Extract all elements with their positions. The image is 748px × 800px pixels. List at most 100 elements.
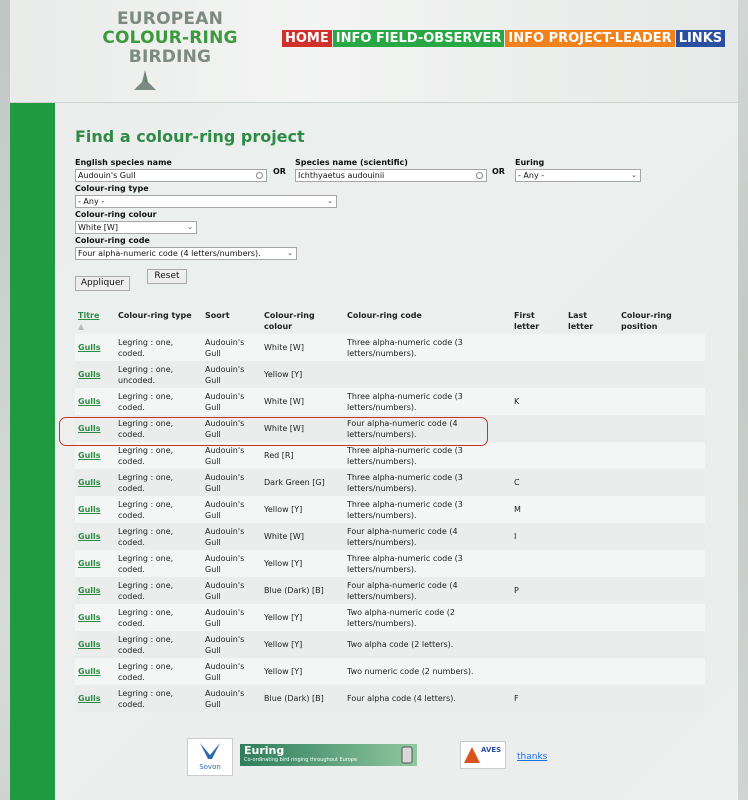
- cell-last-letter: [565, 631, 618, 658]
- cell-first-letter: [511, 631, 565, 658]
- site-logo[interactable]: EUROPEAN COLOUR-RING BIRDING: [90, 10, 250, 94]
- nav-info-field-observer[interactable]: INFO FIELD-OBSERVER: [332, 30, 505, 47]
- chevron-down-icon: ⌄: [327, 197, 333, 205]
- sort-titre-link[interactable]: Titre: [78, 311, 99, 320]
- cell-first-letter: [511, 442, 565, 469]
- project-link[interactable]: Gulls: [78, 559, 101, 568]
- logo-line-3: BIRDING: [128, 47, 212, 67]
- cell-titre[interactable]: Gulls: [75, 388, 115, 415]
- highlight-box: [59, 417, 488, 446]
- cell-ring-position: [618, 388, 705, 415]
- cell-titre[interactable]: Gulls: [75, 685, 115, 712]
- nav-links[interactable]: LINKS: [675, 30, 726, 47]
- euring-logo[interactable]: Euring Co-ordinating bird ringing throug…: [240, 744, 417, 766]
- cell-titre[interactable]: Gulls: [75, 469, 115, 496]
- cell-ring-colour: Dark Green [G]: [261, 469, 344, 496]
- cell-ring-type: Legring : one, coded.: [115, 496, 202, 523]
- cell-soort: Audouin's Gull: [202, 577, 261, 604]
- cell-titre[interactable]: Gulls: [75, 631, 115, 658]
- table-row: Gulls Legring : one, coded. Audouin's Gull…: [75, 631, 705, 658]
- scientific-name-value: Ichthyaetus audouinii: [298, 171, 385, 180]
- cell-titre[interactable]: Gulls: [75, 334, 115, 361]
- nav-info-project-leader[interactable]: INFO PROJECT-LEADER: [505, 30, 675, 47]
- project-link[interactable]: Gulls: [78, 343, 101, 352]
- cell-ring-position: [618, 550, 705, 577]
- cell-titre[interactable]: Gulls: [75, 361, 115, 388]
- project-link[interactable]: Gulls: [78, 667, 101, 676]
- cell-ring-position: [618, 658, 705, 685]
- project-link[interactable]: Gulls: [78, 613, 101, 622]
- cell-soort: Audouin's Gull: [202, 658, 261, 685]
- ring-colour-value: White [W]: [78, 223, 118, 232]
- project-link[interactable]: Gulls: [78, 370, 101, 379]
- scientific-name-input[interactable]: Ichthyaetus audouinii: [295, 169, 487, 182]
- reset-button[interactable]: Reset: [147, 269, 187, 284]
- project-link[interactable]: Gulls: [78, 694, 101, 703]
- project-link[interactable]: Gulls: [78, 478, 101, 487]
- cell-first-letter: I: [511, 523, 565, 550]
- euring-select[interactable]: - Any - ⌄: [515, 169, 641, 182]
- project-link[interactable]: Gulls: [78, 397, 101, 406]
- cell-titre[interactable]: Gulls: [75, 523, 115, 550]
- cell-soort: Audouin's Gull: [202, 550, 261, 577]
- cell-first-letter: [511, 361, 565, 388]
- cell-titre[interactable]: Gulls: [75, 604, 115, 631]
- apply-button[interactable]: Appliquer: [75, 276, 130, 291]
- project-link[interactable]: Gulls: [78, 532, 101, 541]
- ring-colour-select[interactable]: White [W] ⌄: [75, 221, 197, 234]
- cell-titre[interactable]: Gulls: [75, 577, 115, 604]
- project-link[interactable]: Gulls: [78, 505, 101, 514]
- table-row: Gulls Legring : one, coded. Audouin's Gull…: [75, 334, 705, 361]
- aves-logo[interactable]: AVES: [460, 741, 506, 769]
- cell-first-letter: K: [511, 388, 565, 415]
- project-link[interactable]: Gulls: [78, 451, 101, 460]
- chevron-down-icon: ⌄: [631, 171, 637, 179]
- cell-first-letter: M: [511, 496, 565, 523]
- scientific-name-label: Species name (scientific): [295, 158, 408, 167]
- cell-ring-code: Three alpha-numeric code (3 letters/numb…: [344, 442, 511, 469]
- cell-ring-code: Two alpha-numeric code (2 letters/number…: [344, 604, 511, 631]
- cell-ring-code: Two numeric code (2 numbers).: [344, 658, 511, 685]
- cell-ring-code: Three alpha-numeric code (3 letters/numb…: [344, 550, 511, 577]
- thanks-link[interactable]: thanks: [517, 752, 547, 762]
- cell-last-letter: [565, 658, 618, 685]
- cell-soort: Audouin's Gull: [202, 604, 261, 631]
- english-name-label: English species name: [75, 158, 172, 167]
- cell-ring-type: Legring : one, uncoded.: [115, 361, 202, 388]
- table-row: Gulls Legring : one, coded. Audouin's Gull…: [75, 604, 705, 631]
- main-nav: HOME INFO FIELD-OBSERVER INFO PROJECT-LE…: [282, 30, 726, 47]
- site-header: EUROPEAN COLOUR-RING BIRDING HOME INFO F…: [10, 0, 738, 103]
- cell-first-letter: [511, 550, 565, 577]
- cell-last-letter: [565, 388, 618, 415]
- sovon-logo[interactable]: Sovon: [187, 738, 233, 776]
- clear-icon[interactable]: [476, 172, 483, 179]
- project-link[interactable]: Gulls: [78, 586, 101, 595]
- ring-type-select[interactable]: - Any - ⌄: [75, 195, 337, 208]
- column-header-titre[interactable]: Titre ▲: [75, 306, 115, 334]
- column-header-last-letter: Last letter: [568, 311, 594, 331]
- sovon-label: Sovon: [199, 763, 221, 771]
- sovon-bird-icon: [200, 743, 220, 759]
- project-link[interactable]: Gulls: [78, 640, 101, 649]
- cell-ring-position: [618, 685, 705, 712]
- cell-ring-type: Legring : one, coded.: [115, 550, 202, 577]
- english-name-input[interactable]: Audouin's Gull: [75, 169, 267, 182]
- cell-soort: Audouin's Gull: [202, 388, 261, 415]
- cell-ring-type: Legring : one, coded.: [115, 658, 202, 685]
- cell-soort: Audouin's Gull: [202, 361, 261, 388]
- cell-titre[interactable]: Gulls: [75, 442, 115, 469]
- cell-ring-colour: Blue (Dark) [B]: [261, 577, 344, 604]
- cell-titre[interactable]: Gulls: [75, 550, 115, 577]
- cell-ring-code: Three alpha-numeric code (3 letters/numb…: [344, 469, 511, 496]
- cell-ring-colour: Yellow [Y]: [261, 604, 344, 631]
- ring-code-select[interactable]: Four alpha-numeric code (4 letters/numbe…: [75, 247, 297, 260]
- cell-titre[interactable]: Gulls: [75, 496, 115, 523]
- or-label: OR: [492, 167, 505, 176]
- cell-ring-position: [618, 442, 705, 469]
- cell-titre[interactable]: Gulls: [75, 658, 115, 685]
- clear-icon[interactable]: [256, 172, 263, 179]
- cell-soort: Audouin's Gull: [202, 685, 261, 712]
- chevron-down-icon: ⌄: [187, 223, 193, 231]
- cell-last-letter: [565, 469, 618, 496]
- nav-home[interactable]: HOME: [282, 30, 332, 47]
